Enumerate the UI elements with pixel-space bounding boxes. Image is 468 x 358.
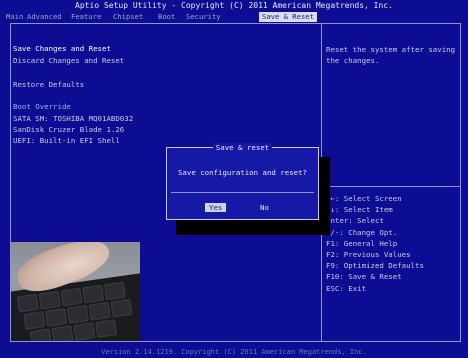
dialog-question: Save configuration and reset? — [177, 168, 308, 177]
key-change-opt: +/-: Change Opt. — [326, 227, 398, 237]
tab-main[interactable]: Main — [6, 12, 23, 22]
tab-chipset[interactable]: Chipset — [113, 12, 143, 22]
keyboard-photo-overlay — [11, 242, 140, 341]
key-select-screen: →←: Select Screen — [326, 194, 402, 203]
keyboard-key — [73, 322, 96, 341]
keyboard-key — [23, 311, 46, 330]
keyboard-key — [45, 308, 68, 327]
dialog-separator — [171, 192, 314, 193]
keyboard-key — [16, 293, 39, 313]
boot-device-uefi-shell[interactable]: UEFI: Built-in EFI Shell — [13, 136, 120, 145]
key-previous-values: F2: Previous Values — [326, 250, 411, 260]
key-enter: Enter: Select — [326, 216, 384, 226]
yes-button[interactable]: Yes — [205, 203, 227, 212]
help-text: Reset the system after saving the change… — [326, 45, 456, 65]
keyboard-key — [60, 287, 83, 307]
keyboard-key — [95, 319, 118, 338]
help-divider — [322, 186, 461, 187]
menu-item-save-changes-reset[interactable]: Save Changes and Reset — [13, 44, 111, 53]
keyboard-key — [110, 298, 133, 318]
keyboard-key — [88, 301, 111, 321]
tab-save-reset[interactable]: Save & Reset — [259, 12, 317, 22]
menu-bar: Main Advanced Feature Chipset Boot Secur… — [0, 12, 468, 22]
boot-device-sata[interactable]: SATA SM: TOSHIBA MQ01ABD032 — [13, 114, 133, 123]
key-general-help: F1: General Help — [326, 238, 398, 248]
keyboard-key — [82, 284, 105, 304]
boot-override-heading: Boot Override — [13, 102, 71, 111]
keyboard-key — [103, 281, 127, 301]
tab-security[interactable]: Security — [186, 12, 221, 22]
tab-feature[interactable]: Feature — [71, 12, 101, 22]
key-select-item: ↑↓: Select Item — [326, 205, 393, 215]
menu-item-restore-defaults[interactable]: Restore Defaults — [13, 80, 84, 89]
keyboard-key — [51, 325, 74, 341]
key-legend: →←: Select Screen ↑↓: Select Item Enter:… — [326, 193, 424, 294]
tab-boot[interactable]: Boot — [158, 12, 175, 22]
key-optimized-defaults: F9: Optimized Defaults — [326, 261, 424, 271]
no-button[interactable]: No — [260, 203, 269, 212]
setup-title: Aptio Setup Utility - Copyright (C) 2011… — [75, 1, 393, 10]
dialog-title: Save & reset — [212, 143, 273, 152]
boot-device-usb[interactable]: SanDisk Cruzer Blade 1.26 — [13, 125, 124, 134]
version-footer: Version 2.14.1219. Copyright (C) 2011 Am… — [101, 348, 367, 356]
save-reset-dialog: Save & reset Save configuration and rese… — [166, 143, 319, 220]
bios-screen: Aptio Setup Utility - Copyright (C) 2011… — [0, 0, 468, 358]
dialog-title-wrap: Save & reset — [167, 143, 318, 152]
menu-item-discard-changes-reset[interactable]: Discard Changes and Reset — [13, 56, 124, 65]
keyboard-key — [29, 328, 52, 341]
tab-advanced[interactable]: Advanced — [27, 12, 62, 22]
key-exit: ESC: Exit — [326, 283, 367, 293]
keyboard-key — [66, 305, 89, 324]
keyboard-key — [38, 290, 61, 310]
key-save-reset: F10: Save & Reset — [326, 272, 402, 282]
